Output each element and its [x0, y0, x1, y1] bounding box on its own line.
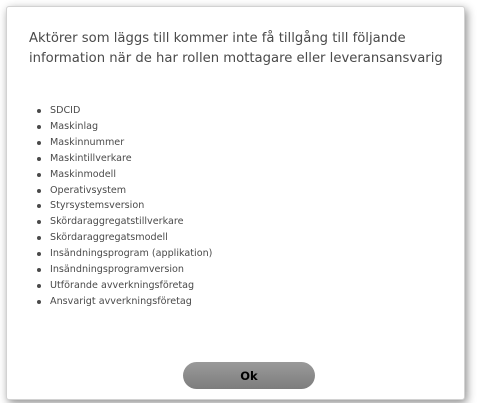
dialog-message: Aktörer som läggs till kommer inte få ti…	[29, 29, 449, 69]
list-item-insandningsprogramversion: Insändningsprogramversion	[35, 262, 212, 278]
list-item-skordaraggregatsmodell: Skördaraggregatsmodell	[35, 230, 212, 246]
list-item-sdcid: SDCID	[35, 103, 212, 119]
list-item-operativsystem: Operativsystem	[35, 183, 212, 199]
list-item-maskinlag: Maskinlag	[35, 119, 212, 135]
list-item-ansvarigt-avverkningsforetag: Ansvarigt avverkningsföretag	[35, 294, 212, 310]
list-item-utforande-avverkningsforetag: Utförande avverkningsföretag	[35, 278, 212, 294]
info-dialog: Aktörer som läggs till kommer inte få ti…	[6, 6, 465, 400]
list-item-styrsystemsversion: Styrsystemsversion	[35, 198, 212, 214]
dialog-message-line-1: Aktörer som läggs till kommer inte få ti…	[29, 31, 406, 46]
list-item-maskinnummer: Maskinnummer	[35, 135, 212, 151]
dialog-message-line-2: information när de har rollen mottagare …	[29, 51, 443, 66]
list-item-maskintillverkare: Maskintillverkare	[35, 151, 212, 167]
list-item-insandningsprogram: Insändningsprogram (applikation)	[35, 246, 212, 262]
list-item-skordaraggregatstillverkare: Skördaraggregatstillverkare	[35, 214, 212, 230]
list-item-maskinmodell: Maskinmodell	[35, 167, 212, 183]
excluded-info-list: SDCID Maskinlag Maskinnummer Maskintillv…	[35, 103, 212, 310]
ok-button[interactable]: Ok	[183, 362, 315, 389]
